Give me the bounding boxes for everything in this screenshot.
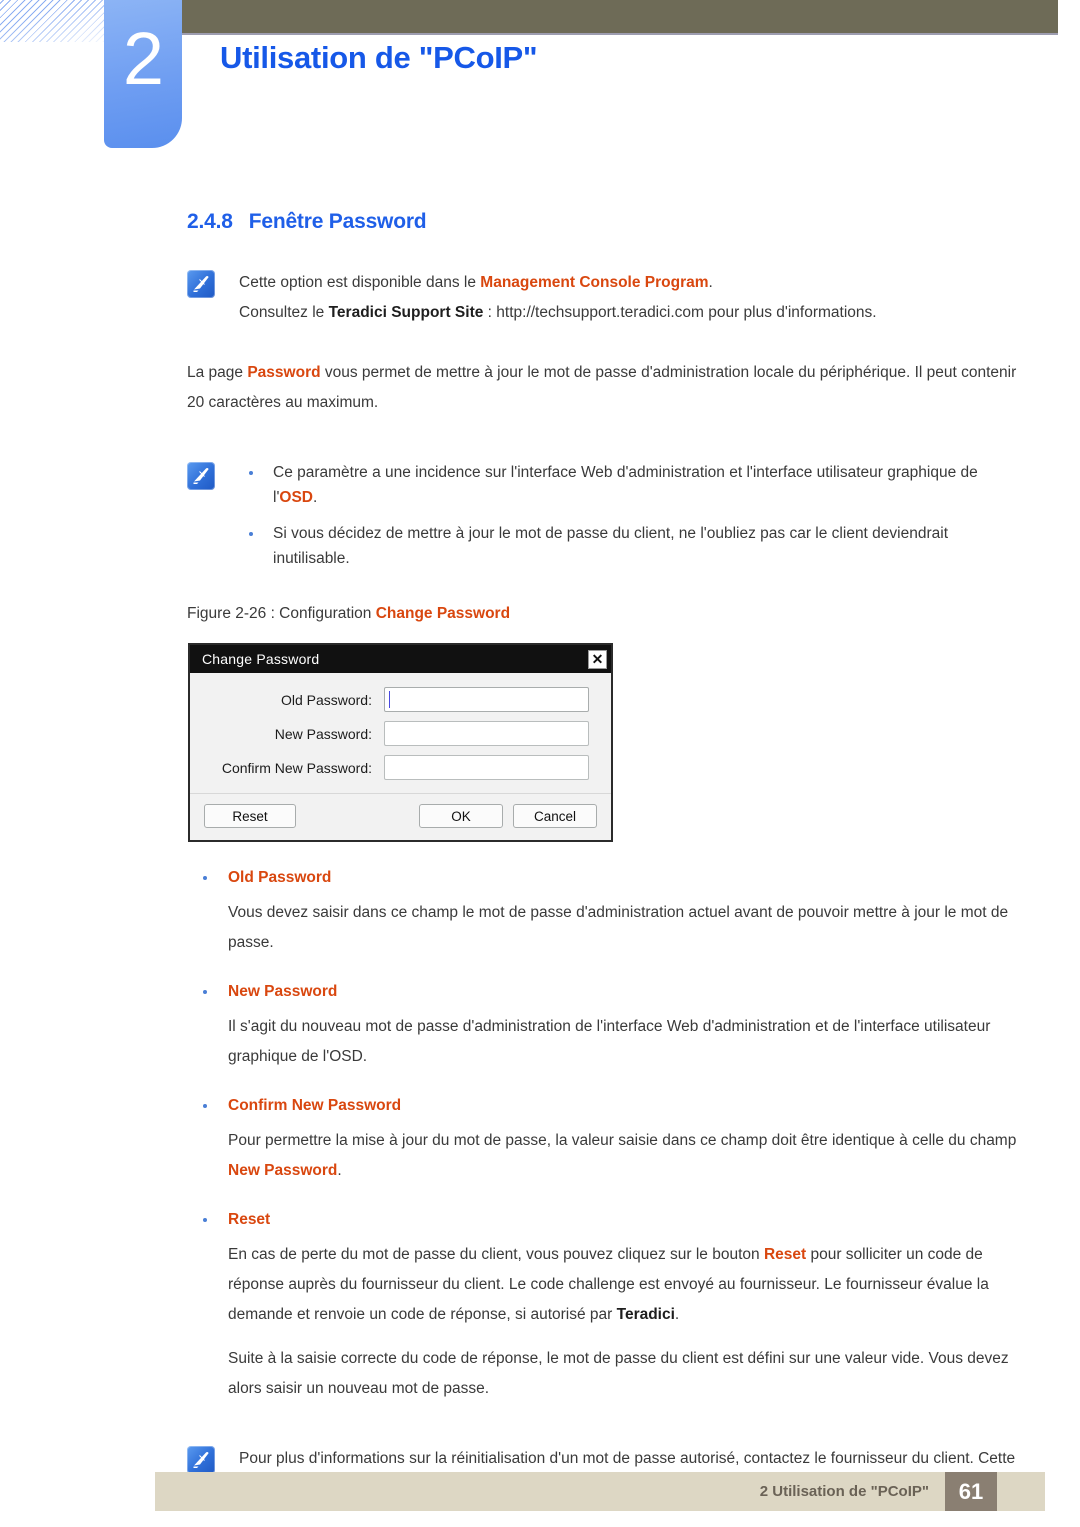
dialog-title: Change Password [202,651,320,667]
dialog-field-row: New Password: [204,721,597,746]
figure-caption-prefix: Figure 2-26 : Configuration [187,605,376,622]
section-heading: 2.4.8 Fenêtre Password [187,210,1080,234]
chapter-title: Utilisation de "PCoIP" [220,40,538,75]
figure-caption-accent: Change Password [375,605,511,622]
header-olive-underline [160,33,1058,35]
definition-term-confirm-new-password: Confirm New Password [195,1094,1080,1118]
note-pen-icon [187,1446,215,1474]
reset-body-prefix: En cas de perte du mot de passe du clien… [228,1246,764,1263]
confirm-body-suffix: . [337,1162,342,1179]
note-mid-item-0-prefix: Ce paramètre a une incidence sur l'inter… [273,464,978,506]
old-password-label: Old Password: [280,691,372,708]
reset-body-strong: Teradici [616,1306,675,1323]
cancel-button[interactable]: Cancel [513,804,597,828]
figure-caption: Figure 2-26 : Configuration Change Passw… [187,603,1080,625]
note-pen-icon [187,270,215,298]
note-line-1: Cette option est disponible dans le Mana… [239,268,1020,298]
page-footer: 2 Utilisation de "PCoIP" 61 [155,1472,1045,1511]
dialog-body: Old Password: New Password: Confirm New … [190,673,611,793]
dialog-footer: Reset OK Cancel [190,793,611,840]
note-line-2-prefix: Consultez le [239,304,329,321]
note-line-1-suffix: . [708,274,713,291]
intro-prefix: La page [187,364,248,381]
reset-body-suffix: . [674,1306,680,1323]
section-number: 2.4.8 [187,210,233,233]
page-header: 2 Utilisation de "PCoIP" [0,0,1080,170]
new-password-label: New Password: [274,725,372,742]
definition-list: Old Password Vous devez saisir dans ce c… [0,866,1080,1404]
definition-body-old-password: Vous devez saisir dans ce champ le mot d… [228,904,1009,951]
confirm-new-password-input[interactable] [384,755,589,780]
header-olive-bar [160,0,1058,33]
confirm-new-password-label: Confirm New Password: [221,759,372,776]
definition-term-old-password: Old Password [195,866,1080,890]
note-mid-item-1-prefix: Si vous décidez de mettre à jour le mot … [273,525,948,567]
change-password-dialog: Change Password ✕ Old Password: New Pass… [188,643,613,842]
note-line-1-prefix: Cette option est disponible dans le [239,274,481,291]
ok-button[interactable]: OK [419,804,503,828]
definition-term-reset: Reset [195,1208,1080,1232]
definition-body-reset-2: Suite à la saisie correcte du code de ré… [228,1350,1009,1397]
footer-chapter-label: 2 Utilisation de "PCoIP" [759,1483,929,1500]
dialog-field-row: Confirm New Password: [204,755,597,780]
chapter-number: 2 [122,17,164,100]
definition-term-new-password: New Password [195,980,1080,1004]
definition-body-confirm-new-password: Pour permettre la mise à jour du mot de … [228,1126,1020,1186]
note-mid-list: Ce paramètre a une incidence sur l'inter… [239,460,1020,571]
intro-paragraph: La page Password vous permet de mettre à… [187,358,1020,418]
list-item: Si vous décidez de mettre à jour le mot … [239,521,1020,571]
note-pen-icon [187,462,215,490]
reset-button[interactable]: Reset [204,804,296,828]
note-mid-item-0-accent: OSD [279,489,313,506]
list-item: Ce paramètre a une incidence sur l'inter… [239,460,1020,510]
note-line-1-accent: Management Console Program [480,274,709,291]
dialog-titlebar: Change Password ✕ [190,645,611,673]
page-content: 2.4.8 Fenêtre Password Cette option est d… [0,170,1080,1504]
note-line-2-suffix: : http://techsupport.teradici.com pour p… [483,304,877,321]
section-title: Fenêtre Password [248,210,427,233]
reset-body-accent: Reset [763,1246,807,1263]
note-block-top: Cette option est disponible dans le Mana… [187,268,1020,328]
old-password-input[interactable] [384,687,589,712]
note-line-2-strong: Teradici Support Site [328,304,484,321]
text-caret [389,691,390,708]
new-password-input[interactable] [384,721,589,746]
confirm-body-accent: New Password [228,1162,338,1179]
definition-body-reset-1: En cas de perte du mot de passe du clien… [228,1240,1020,1330]
note-block-mid: Ce paramètre a une incidence sur l'inter… [187,460,1020,571]
confirm-body-prefix: Pour permettre la mise à jour du mot de … [228,1132,1017,1149]
page-number: 61 [945,1472,997,1511]
definition-body-new-password: Il s'agit du nouveau mot de passe d'admi… [228,1018,991,1065]
note-line-2: Consultez le Teradici Support Site : htt… [239,298,1020,328]
note-mid-item-0-suffix: . [313,489,318,506]
close-icon[interactable]: ✕ [588,649,607,669]
dialog-field-row: Old Password: [204,687,597,712]
intro-accent: Password [247,364,321,381]
